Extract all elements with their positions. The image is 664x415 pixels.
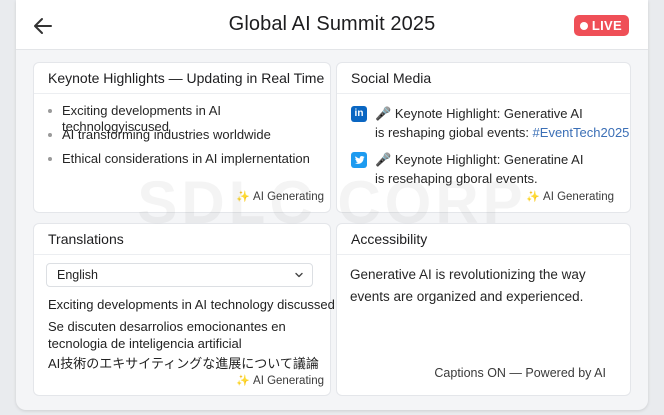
- header-bar: Global AI Summit 2025 LIVE: [16, 0, 648, 50]
- keynote-ai-status: ✨ AI Generating: [236, 190, 324, 203]
- twitter-bird-icon: [355, 155, 365, 164]
- chevron-down-icon: [295, 272, 303, 278]
- sparkle-icon: ✨: [236, 375, 251, 387]
- app-window: Global AI Summit 2025 LIVE Keynote Highl…: [16, 0, 648, 410]
- social-ai-status: ✨ AI Generating: [526, 190, 614, 203]
- list-item: AI transforming industries worldwide: [48, 127, 330, 151]
- list-item: Ethical considerations in AI implernenta…: [48, 151, 330, 175]
- post-line: is reshaping giobal events: #EventTech20…: [375, 125, 629, 140]
- translations-ai-status: ✨ AI Generating: [236, 374, 324, 387]
- live-badge: LIVE: [573, 15, 629, 36]
- post-line: is resehaping gboral events.: [375, 171, 538, 186]
- microphone-icon: 🎤: [375, 106, 392, 121]
- status-text: AI Generating: [543, 191, 614, 203]
- post-body: is resehaping gboral events.: [375, 171, 538, 186]
- twitter-icon: [351, 152, 367, 168]
- post-headline: Keynote Highlight: Generatine AI: [394, 152, 584, 167]
- live-dot-icon: [579, 22, 588, 30]
- status-text: AI Generating: [253, 375, 324, 387]
- post-headline: Keynote Highlight: Generative AI: [394, 106, 583, 121]
- keynote-list: Exciting developments in AI technologyis…: [48, 103, 330, 175]
- translations-title: Translations: [34, 224, 330, 255]
- translation-japanese: AI技術のエキサイティングな進展について議論: [48, 356, 319, 371]
- linkedin-icon: in: [351, 106, 367, 122]
- accessibility-card: Accessibility Generative AI is revolutio…: [336, 223, 631, 396]
- live-label: LIVE: [591, 18, 622, 33]
- captions-status: Captions ON — Powered by AI: [434, 366, 606, 380]
- post-body: is reshaping giobal events:: [375, 125, 533, 140]
- sparkle-icon: ✨: [526, 191, 541, 203]
- status-text: AI Generating: [253, 191, 324, 203]
- sparkle-icon: ✨: [236, 191, 251, 203]
- keynote-card: Keynote Highlights — Updating in Real Ti…: [33, 62, 331, 213]
- microphone-icon: 🎤: [375, 152, 392, 167]
- selected-language: English: [57, 268, 98, 282]
- post-line: 🎤 Keynote Highlight: Generative AI: [375, 106, 583, 122]
- language-select[interactable]: English: [46, 263, 313, 287]
- keynote-title: Keynote Highlights — Updating in Real Ti…: [34, 63, 330, 94]
- post-line: 🎤 Keynote Highlight: Generatine AI: [375, 152, 583, 168]
- hashtag[interactable]: #EventTech2025: [533, 125, 630, 140]
- social-media-card: Social Media in 🎤 Keynote Highlight: Gen…: [336, 62, 631, 213]
- translations-card: Translations English Exciting developmen…: [33, 223, 335, 396]
- live-caption-text: Generative AI is revolutionizing the way…: [350, 267, 586, 304]
- translation-english: Exciting developments in AI technology d…: [48, 297, 335, 312]
- list-item: Exciting developments in AI technologyis…: [48, 103, 330, 134]
- page-title: Global AI Summit 2025: [228, 13, 436, 35]
- accessibility-title: Accessibility: [337, 224, 630, 255]
- social-media-title: Social Media: [337, 63, 630, 94]
- translation-spanish: Se discuten desarrolios emocionantes en …: [48, 319, 286, 351]
